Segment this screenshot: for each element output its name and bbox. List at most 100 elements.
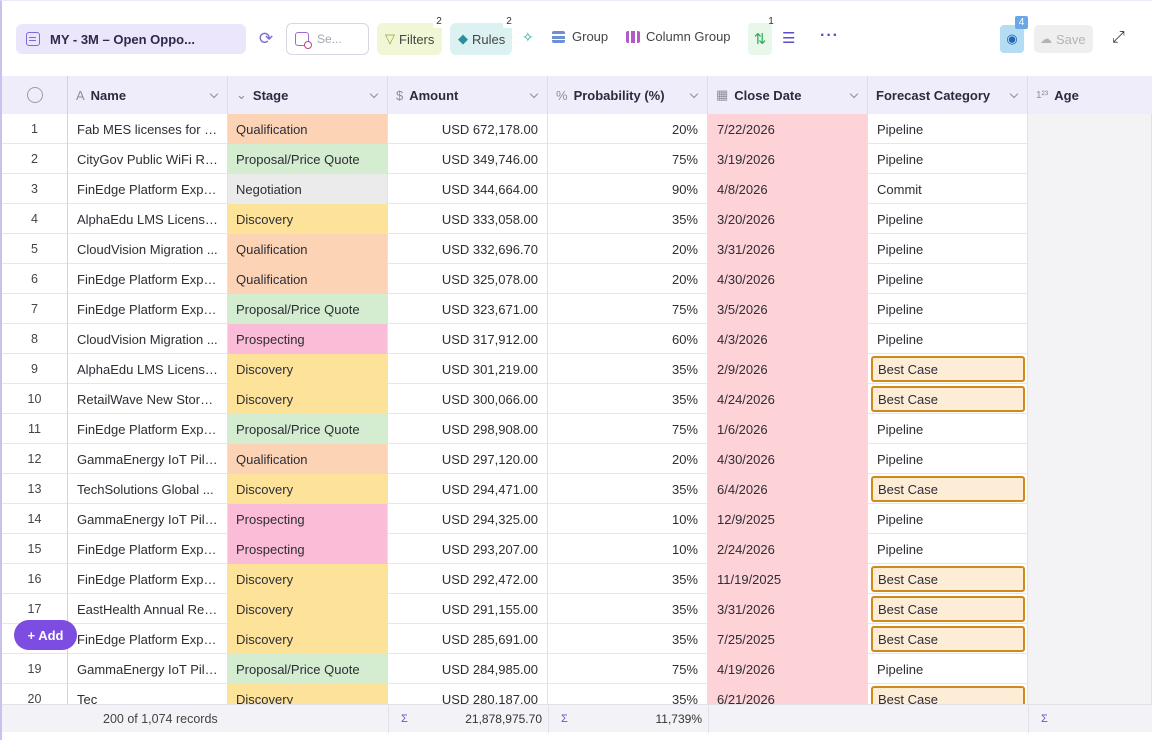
forecast-cell[interactable]: Pipeline [868,264,1028,294]
probability-cell[interactable]: 35% [548,474,708,504]
name-cell[interactable]: FinEdge Platform Expa... [68,534,228,564]
forecast-cell[interactable]: Pipeline [868,144,1028,174]
stage-cell[interactable]: Discovery [228,474,388,504]
name-cell[interactable]: FinEdge Platform Expa... [68,264,228,294]
amount-cell[interactable]: USD 293,207.00 [388,534,548,564]
stage-cell[interactable]: Prospecting [228,504,388,534]
close-date-cell[interactable]: 4/30/2026 [708,444,868,474]
chevron-down-icon[interactable] [369,89,379,99]
age-sum[interactable]: Σ [1028,705,1152,733]
amount-cell[interactable]: USD 333,058.00 [388,204,548,234]
amount-cell[interactable]: USD 292,472.00 [388,564,548,594]
age-cell[interactable] [1028,654,1152,684]
name-cell[interactable]: FinEdge Platform Expa... [68,414,228,444]
table-row[interactable]: 11 FinEdge Platform Expa... Proposal/Price… [2,414,1152,444]
chevron-down-icon[interactable] [1009,89,1019,99]
name-cell[interactable]: GammaEnergy IoT Pilo... [68,444,228,474]
column-header-age[interactable]: 1²³ Age [1028,76,1152,114]
forecast-cell[interactable]: Pipeline [868,324,1028,354]
close-date-cell[interactable]: 4/8/2026 [708,174,868,204]
amount-cell[interactable]: USD 291,155.00 [388,594,548,624]
close-date-cell[interactable]: 3/5/2026 [708,294,868,324]
column-header-forecast[interactable]: Forecast Category [868,76,1028,114]
name-cell[interactable]: Fab MES licenses for M... [68,114,228,144]
refresh-icon[interactable]: ⟳ [256,29,276,49]
forecast-cell[interactable]: Pipeline [868,654,1028,684]
table-row[interactable]: 7 FinEdge Platform Expa... Proposal/Price … [2,294,1152,324]
stage-cell[interactable]: Qualification [228,114,388,144]
stage-cell[interactable]: Qualification [228,234,388,264]
table-row[interactable]: 2 CityGov Public WiFi RF... Proposal/Price… [2,144,1152,174]
name-cell[interactable]: FinEdge Platform Expa... [68,294,228,324]
table-row[interactable]: 4 AlphaEdu LMS License ... Discovery USD 33… [2,204,1152,234]
table-row[interactable]: 8 CloudVision Migration ... Prospecting USD… [2,324,1152,354]
close-date-cell[interactable]: 3/31/2026 [708,594,868,624]
name-cell[interactable]: RetailWave New Store ... [68,384,228,414]
table-row[interactable]: 19 GammaEnergy IoT Pilo... Proposal/Price … [2,654,1152,684]
close-date-cell[interactable]: 1/6/2026 [708,414,868,444]
column-header-close-date[interactable]: ▦ Close Date [708,76,868,114]
close-date-cell[interactable]: 3/31/2026 [708,234,868,264]
stage-cell[interactable]: Negotiation [228,174,388,204]
forecast-cell[interactable]: Pipeline [868,504,1028,534]
close-date-cell[interactable]: 4/3/2026 [708,324,868,354]
amount-cell[interactable]: USD 284,985.00 [388,654,548,684]
age-cell[interactable] [1028,294,1152,324]
column-header-probability[interactable]: % Probability (%) [548,76,708,114]
close-date-cell[interactable]: 2/9/2026 [708,354,868,384]
name-cell[interactable]: TechSolutions Global ... [68,474,228,504]
name-cell[interactable]: CloudVision Migration ... [68,234,228,264]
age-cell[interactable] [1028,204,1152,234]
age-cell[interactable] [1028,114,1152,144]
name-cell[interactable]: CityGov Public WiFi RF... [68,144,228,174]
forecast-cell[interactable]: Pipeline [868,414,1028,444]
forecast-cell[interactable]: Best Case [868,354,1028,384]
stage-cell[interactable]: Discovery [228,624,388,654]
forecast-cell[interactable]: Best Case [868,474,1028,504]
probability-sum[interactable]: Σ 11,739% [548,705,708,733]
stage-cell[interactable]: Prospecting [228,534,388,564]
amount-cell[interactable]: USD 300,066.00 [388,384,548,414]
close-date-cell[interactable]: 12/9/2025 [708,504,868,534]
probability-cell[interactable]: 75% [548,144,708,174]
table-row[interactable]: 14 GammaEnergy IoT Pilo... Prospecting USD … [2,504,1152,534]
amount-cell[interactable]: USD 294,471.00 [388,474,548,504]
amount-cell[interactable]: USD 344,664.00 [388,174,548,204]
chevron-down-icon[interactable] [849,89,859,99]
stage-cell[interactable]: Proposal/Price Quote [228,414,388,444]
filters-button[interactable]: ▽ Filters 2 [377,15,445,55]
amount-cell[interactable]: USD 297,120.00 [388,444,548,474]
table-row[interactable]: 9 AlphaEdu LMS License ... Discovery USD 30… [2,354,1152,384]
close-date-cell[interactable]: 4/19/2026 [708,654,868,684]
stage-cell[interactable]: Discovery [228,564,388,594]
amount-cell[interactable]: USD 298,908.00 [388,414,548,444]
add-record-button[interactable]: + Add [14,620,77,650]
name-cell[interactable]: GammaEnergy IoT Pilo... [68,654,228,684]
forecast-cell[interactable]: Best Case [868,624,1028,654]
amount-cell[interactable]: USD 294,325.00 [388,504,548,534]
table-row[interactable]: 18FinEdge Platform Expa...DiscoveryUSD 2… [2,624,1152,654]
close-date-cell[interactable]: 3/20/2026 [708,204,868,234]
forecast-cell[interactable]: Best Case [868,594,1028,624]
view-selector[interactable]: MY - 3M – Open Oppo... [16,24,246,54]
table-row[interactable]: 16 FinEdge Platform Expa... Discovery USD 2… [2,564,1152,594]
close-date-cell[interactable]: 7/22/2026 [708,114,868,144]
age-cell[interactable] [1028,174,1152,204]
amount-cell[interactable]: USD 285,691.00 [388,624,548,654]
age-cell[interactable] [1028,414,1152,444]
magic-wand-icon[interactable]: ✧ [522,29,534,46]
rules-button[interactable]: ◆ Rules 2 [450,15,515,55]
stage-cell[interactable]: Prospecting [228,324,388,354]
hidden-fields-button[interactable]: ◉ 4 [1000,16,1028,53]
table-row[interactable]: 5 CloudVision Migration ... Qualification U… [2,234,1152,264]
probability-cell[interactable]: 35% [548,204,708,234]
chevron-down-icon[interactable] [529,89,539,99]
save-button[interactable]: ☁ Save [1034,25,1093,53]
age-cell[interactable] [1028,594,1152,624]
forecast-cell[interactable]: Pipeline [868,204,1028,234]
age-cell[interactable] [1028,234,1152,264]
close-date-cell[interactable]: 3/19/2026 [708,144,868,174]
close-date-cell[interactable]: 7/25/2025 [708,624,868,654]
probability-cell[interactable]: 20% [548,234,708,264]
probability-cell[interactable]: 35% [548,354,708,384]
